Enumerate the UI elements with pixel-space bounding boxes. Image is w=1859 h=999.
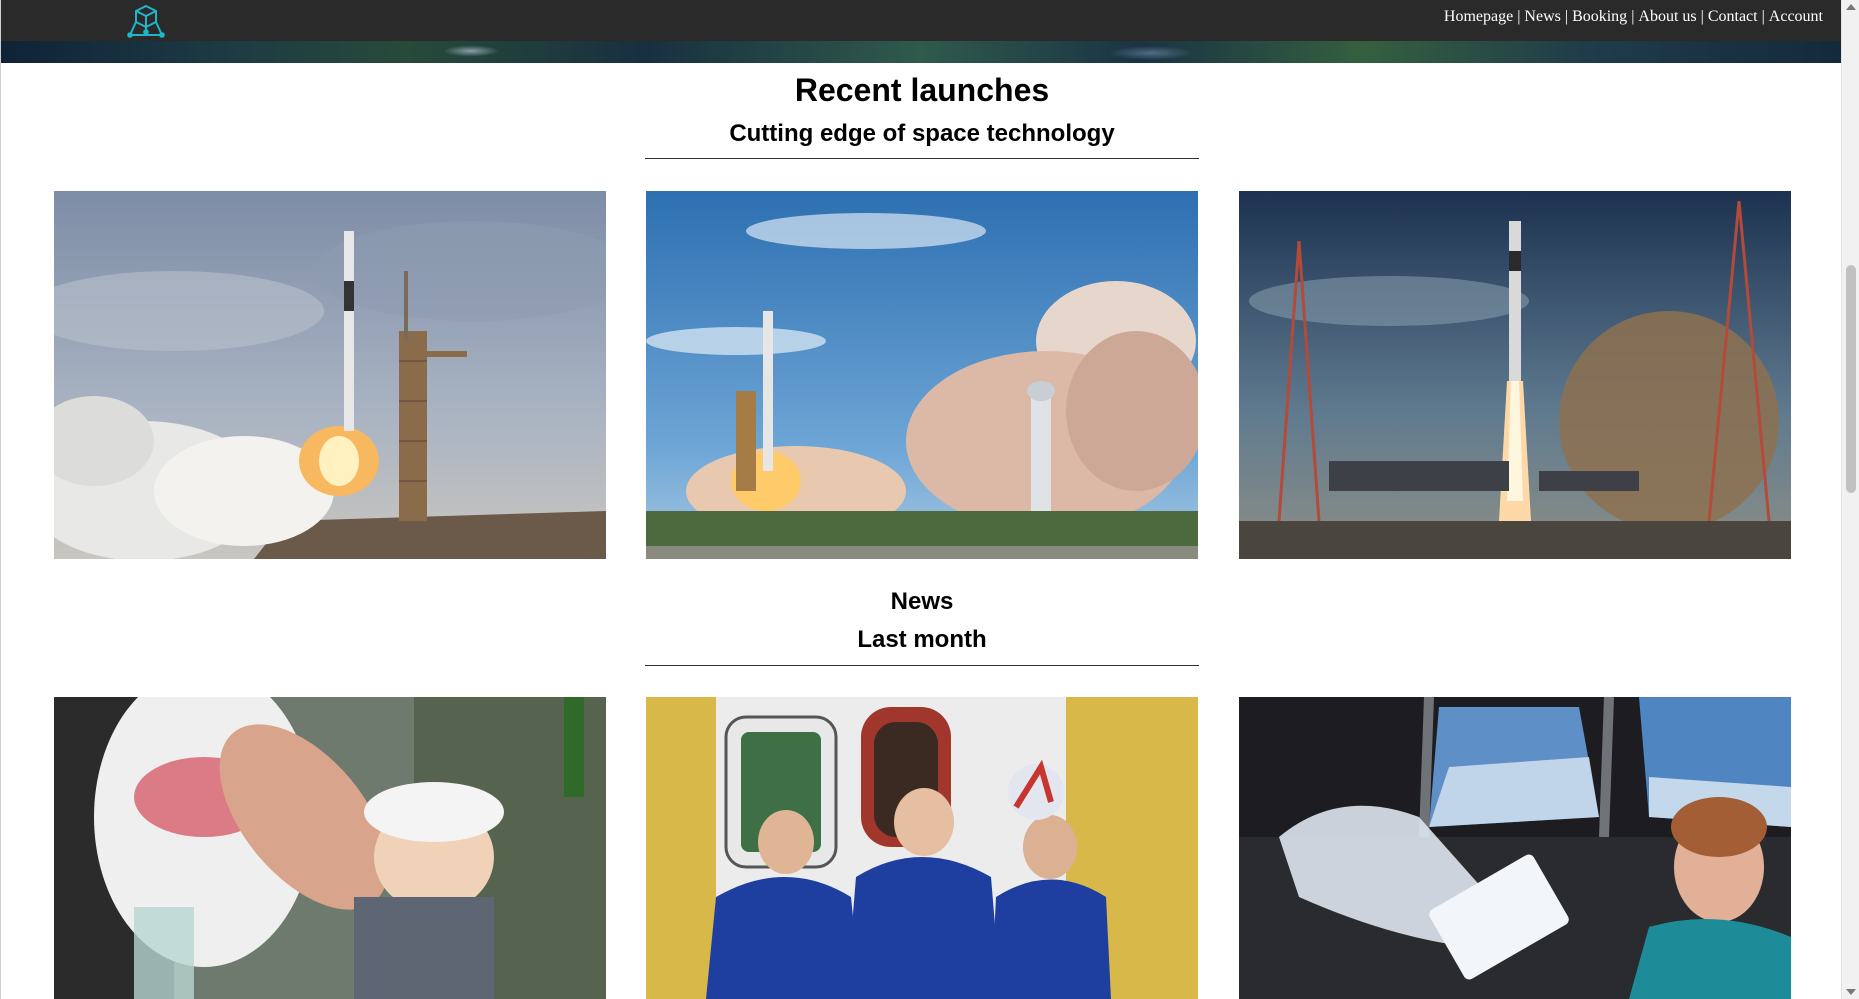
nav-separator: |: [1631, 8, 1635, 25]
nav-link-about-us[interactable]: About us: [1638, 8, 1696, 25]
top-navigation-bar: Homepage | News | Booking | About us | Contact | A…: [1, 0, 1841, 41]
section-subtitle-news: Last month: [857, 626, 987, 653]
nav-link-news[interactable]: News: [1524, 8, 1560, 25]
news-photo-2[interactable]: [646, 697, 1198, 999]
nav-separator: |: [1761, 8, 1765, 25]
nav-separator: |: [1517, 8, 1521, 25]
section-title-recent-launches: Recent launches: [794, 72, 1050, 108]
scroll-down-arrow-icon[interactable]: [1846, 989, 1856, 995]
nav-link-account[interactable]: Account: [1769, 8, 1823, 25]
nav-link-booking[interactable]: Booking: [1572, 8, 1627, 25]
main-nav: Homepage | News | Booking | About us | Contact | A…: [1444, 8, 1823, 26]
launch-photo-1[interactable]: [54, 191, 606, 559]
news-photo-3[interactable]: [1239, 697, 1791, 999]
launch-photo-3[interactable]: [1239, 191, 1791, 559]
vertical-scrollbar[interactable]: [1841, 0, 1859, 999]
section-divider: [645, 665, 1199, 666]
page: Homepage | News | Booking | About us | Contact | A…: [0, 0, 1841, 999]
nav-link-homepage[interactable]: Homepage: [1444, 8, 1513, 25]
scroll-thumb[interactable]: [1846, 265, 1856, 493]
section-subtitle-launches: Cutting edge of space technology: [729, 120, 1115, 147]
section-divider: [645, 158, 1199, 159]
news-photo-1[interactable]: [54, 697, 606, 999]
hero-banner-image: [1, 41, 1841, 63]
nav-separator: |: [1564, 8, 1569, 25]
cube-network-icon[interactable]: [125, 2, 167, 40]
section-title-news: News: [890, 588, 954, 615]
launch-photo-2[interactable]: [646, 191, 1198, 559]
nav-separator: |: [1700, 8, 1704, 25]
nav-link-contact[interactable]: Contact: [1708, 8, 1758, 25]
scroll-up-arrow-icon[interactable]: [1846, 4, 1856, 10]
